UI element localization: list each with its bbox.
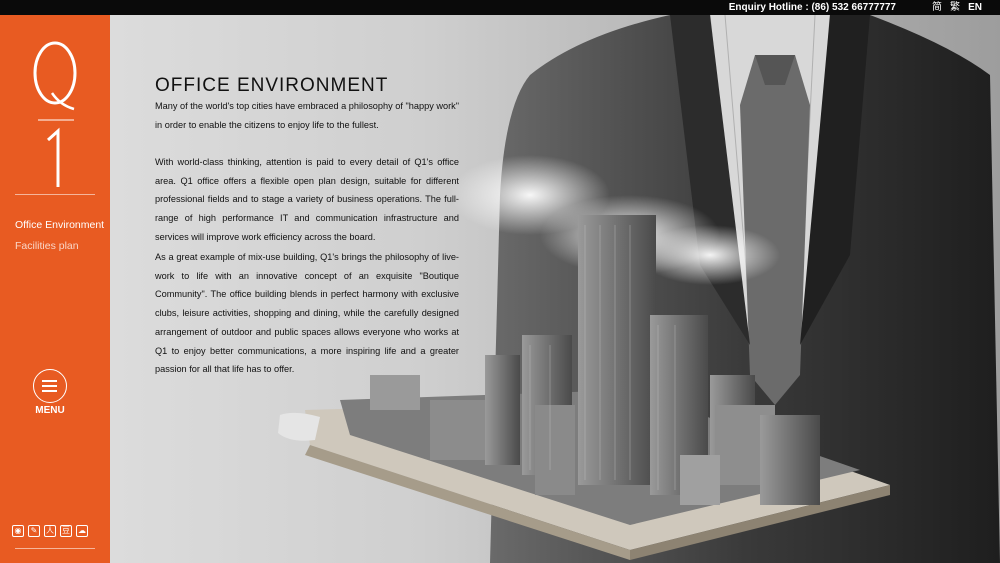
enquiry-hotline: Enquiry Hotline : (86) 532 66777777 xyxy=(728,2,896,13)
top-bar: Enquiry Hotline : (86) 532 66777777 简 繁 … xyxy=(0,0,1000,15)
douban-icon[interactable]: 豆 xyxy=(60,525,72,537)
menu-button[interactable] xyxy=(33,369,67,403)
menu-label: MENU xyxy=(35,405,65,416)
hamburger-icon-line xyxy=(42,380,57,382)
wechat-icon[interactable]: ☁ xyxy=(76,525,88,537)
sidebar-item-office-environment[interactable]: Office Environment xyxy=(15,219,104,231)
hamburger-icon-line xyxy=(42,385,57,387)
sidebar-item-facilities-plan[interactable]: Facilities plan xyxy=(15,240,79,252)
sidebar-bottom-divider xyxy=(15,548,95,549)
sidebar: Q1 Office Environment Facilities plan ME… xyxy=(0,15,110,563)
paragraph-boutique-community: As a great example of mix-use building, … xyxy=(155,252,459,375)
lang-simplified-link[interactable]: 简 xyxy=(932,0,942,15)
q1-logo[interactable] xyxy=(30,35,80,190)
lang-en-link[interactable]: EN xyxy=(968,0,982,15)
wechat-moments-icon[interactable]: ✎ xyxy=(28,525,40,537)
main-content: OFFICE ENVIRONMENT Many of the world's t… xyxy=(110,15,1000,563)
paragraph-office-design: With world-class thinking, attention is … xyxy=(155,157,459,242)
weibo-icon[interactable]: ◉ xyxy=(12,525,24,537)
lang-traditional-link[interactable]: 繁 xyxy=(950,0,960,15)
sidebar-divider xyxy=(15,194,95,195)
paragraph-happy-work: Many of the world's top cities have embr… xyxy=(155,101,459,130)
social-links: ◉ ✎ 人 豆 ☁ xyxy=(12,525,88,537)
renren-icon[interactable]: 人 xyxy=(44,525,56,537)
hamburger-icon-line xyxy=(42,390,57,392)
page-title: OFFICE ENVIRONMENT xyxy=(155,75,389,96)
